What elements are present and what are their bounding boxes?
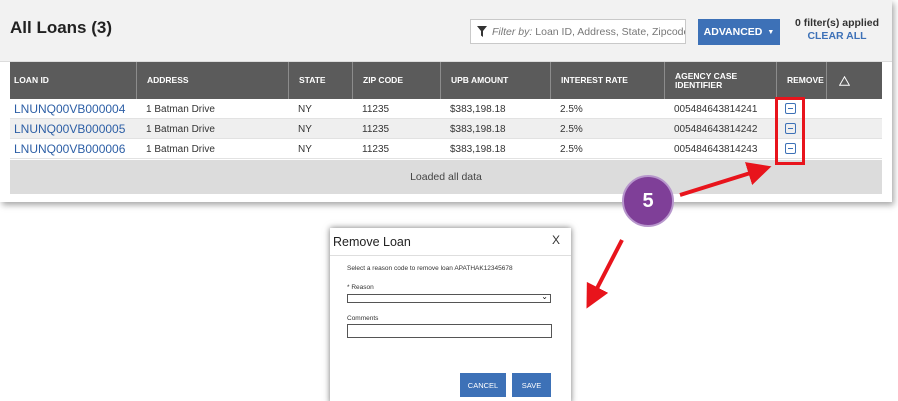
- table-footer-status: Loaded all data: [10, 160, 882, 194]
- loans-panel: All Loans (3) Filter by: Loan ID, Addres…: [0, 0, 892, 202]
- modal-divider: [330, 255, 571, 256]
- col-agency-case-identifier[interactable]: AGENCY CASE IDENTIFIER: [664, 62, 774, 99]
- panel-header: All Loans (3) Filter by: Loan ID, Addres…: [0, 0, 892, 62]
- filter-icon: [477, 26, 487, 37]
- warning-column: [826, 62, 882, 99]
- advanced-label: ADVANCED: [703, 26, 763, 38]
- reason-label: * Reason: [347, 284, 374, 291]
- upb-cell: $383,198.18: [450, 103, 506, 115]
- screenshot-stage: All Loans (3) Filter by: Loan ID, Addres…: [0, 0, 898, 401]
- page-title: All Loans (3): [10, 18, 113, 37]
- table-header: LOAN ID ADDRESS STATE ZIP CODE UPB AMOUN…: [10, 62, 882, 99]
- rate-cell: 2.5%: [560, 103, 583, 115]
- zip-cell: 11235: [362, 143, 390, 155]
- upb-cell: $383,198.18: [450, 123, 506, 135]
- zip-cell: 11235: [362, 123, 390, 135]
- state-cell: NY: [298, 143, 312, 155]
- col-interest-rate[interactable]: INTEREST RATE: [550, 62, 662, 99]
- modal-description: Select a reason code to remove loan APAT…: [347, 265, 513, 272]
- close-icon[interactable]: X: [552, 233, 560, 247]
- reason-select[interactable]: ⌄: [347, 292, 551, 303]
- col-zip-code[interactable]: ZIP CODE: [352, 62, 438, 99]
- loan-id-link[interactable]: LNUNQ00VB000005: [14, 119, 125, 139]
- cancel-button[interactable]: CANCEL: [460, 373, 506, 397]
- table-row: LNUNQ00VB000005 1 Batman Drive NY 11235 …: [10, 119, 882, 139]
- col-address[interactable]: ADDRESS: [136, 62, 286, 99]
- address-cell: 1 Batman Drive: [146, 103, 215, 115]
- save-button[interactable]: SAVE: [512, 373, 551, 397]
- loan-id-link[interactable]: LNUNQ00VB000004: [14, 99, 125, 119]
- agency-cell: 005484643814242: [674, 123, 758, 135]
- col-upb-amount[interactable]: UPB AMOUNT: [440, 62, 548, 99]
- advanced-button[interactable]: ADVANCED ▼: [698, 19, 780, 45]
- filter-placeholder: Loan ID, Address, State, Zipcode: [535, 25, 686, 38]
- step-badge: 5: [622, 175, 674, 227]
- upb-cell: $383,198.18: [450, 143, 506, 155]
- zip-cell: 11235: [362, 103, 390, 115]
- remove-column-highlight: [775, 97, 805, 165]
- agency-cell: 005484643814243: [674, 143, 758, 155]
- state-cell: NY: [298, 103, 312, 115]
- loan-id-link[interactable]: LNUNQ00VB000006: [14, 139, 125, 159]
- col-remove: REMOVE: [776, 62, 824, 99]
- modal-title: Remove Loan: [333, 235, 411, 249]
- filter-label: Filter by:: [492, 25, 533, 38]
- address-cell: 1 Batman Drive: [146, 123, 215, 135]
- chevron-down-icon: ⌄: [541, 292, 548, 301]
- col-loan-id[interactable]: LOAN ID: [14, 62, 134, 99]
- filters-applied: 0 filter(s) applied: [794, 17, 879, 29]
- filter-input[interactable]: Filter by: Loan ID, Address, State, Zipc…: [470, 19, 686, 44]
- table-row: LNUNQ00VB000006 1 Batman Drive NY 11235 …: [10, 139, 882, 159]
- rate-cell: 2.5%: [560, 143, 583, 155]
- clear-all-link[interactable]: CLEAR ALL: [787, 30, 887, 42]
- table-row: LNUNQ00VB000004 1 Batman Drive NY 11235 …: [10, 99, 882, 119]
- rate-cell: 2.5%: [560, 123, 583, 135]
- remove-loan-modal: Remove Loan X Select a reason code to re…: [330, 228, 571, 401]
- warning-icon: [839, 75, 850, 86]
- agency-cell: 005484643814241: [674, 103, 758, 115]
- comments-label: Comments: [347, 315, 379, 322]
- caret-down-icon: ▼: [767, 28, 775, 36]
- comments-field[interactable]: [347, 324, 552, 338]
- address-cell: 1 Batman Drive: [146, 143, 215, 155]
- state-cell: NY: [298, 123, 312, 135]
- arrow-to-modal: [586, 239, 624, 309]
- col-state[interactable]: STATE: [288, 62, 350, 99]
